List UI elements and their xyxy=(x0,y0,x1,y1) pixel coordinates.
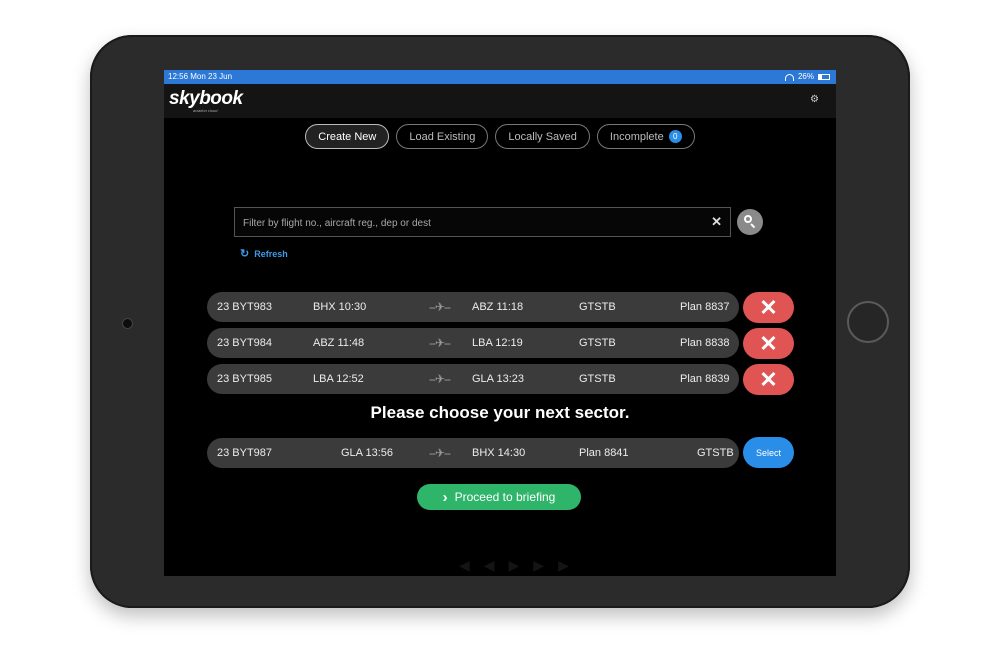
arrival: LBA 12:19 xyxy=(472,337,523,349)
settings-sliders-icon[interactable]: ⚙ xyxy=(810,95,820,105)
status-bar: 12:56 Mon 23 Jun 26% xyxy=(164,70,836,84)
aircraft-reg: GTSTB xyxy=(579,373,616,385)
arrival: ABZ 11:18 xyxy=(472,301,524,313)
arrival: BHX 14:30 xyxy=(472,447,526,459)
flight-number: 23 BYT984 xyxy=(217,337,273,349)
selected-flight-row: 23 BYT985 LBA 12:52 --✈-- GLA 13:23 GTST… xyxy=(207,364,739,394)
departure: LBA 12:52 xyxy=(313,373,364,385)
select-sector-button[interactable]: Select xyxy=(743,437,794,468)
refresh-link[interactable]: ↻ Refresh xyxy=(240,247,288,260)
status-time: 12:56 Mon 23 Jun xyxy=(168,72,233,81)
plan-number: Plan 8839 xyxy=(680,373,730,385)
departure: ABZ 11:48 xyxy=(313,337,365,349)
search-icon xyxy=(744,215,752,223)
chevron-right-icon: › xyxy=(442,488,448,506)
search-icon-handle xyxy=(750,223,756,229)
next-sector-row[interactable]: 23 BYT987 GLA 13:56 --✈-- BHX 14:30 Plan… xyxy=(207,438,739,468)
incomplete-count-badge: 0 xyxy=(668,130,682,143)
remove-sector-button[interactable]: ✕ xyxy=(743,364,794,395)
plan-number: Plan 8841 xyxy=(579,447,629,459)
refresh-label: Refresh xyxy=(254,248,288,259)
wifi-icon xyxy=(784,73,794,81)
tab-create-new[interactable]: Create New xyxy=(305,124,390,149)
arrival: GLA 13:23 xyxy=(472,373,524,385)
media-controls-overlay: ◀◀▶▶▶ xyxy=(459,557,583,573)
aircraft-reg: GTSTB xyxy=(579,301,616,313)
tab-incomplete[interactable]: Incomplete 0 xyxy=(596,124,695,149)
plane-icon: --✈-- xyxy=(429,300,451,314)
search-field: ✕ xyxy=(234,207,731,238)
aircraft-reg: GTSTB xyxy=(697,447,734,459)
tab-locally-saved[interactable]: Locally Saved xyxy=(495,124,590,149)
plan-number: Plan 8838 xyxy=(680,337,730,349)
plane-icon: --✈-- xyxy=(429,336,451,350)
refresh-icon: ↻ xyxy=(240,248,250,260)
departure: GLA 13:56 xyxy=(341,447,393,459)
mode-tabs: Create New Load Existing Locally Saved I… xyxy=(164,124,836,149)
app-header: skybook aviation cloud ⚙ xyxy=(164,84,836,118)
flight-number: 23 BYT987 xyxy=(217,447,273,459)
tab-label: Locally Saved xyxy=(508,130,577,143)
proceed-label: Proceed to briefing xyxy=(454,490,556,504)
battery-percent: 26% xyxy=(797,72,814,81)
selected-flight-row: 23 BYT983 BHX 10:30 --✈-- ABZ 11:18 GTST… xyxy=(207,292,739,322)
battery-icon xyxy=(818,74,830,80)
plane-icon: --✈-- xyxy=(429,446,451,460)
app-logo-tagline: aviation cloud xyxy=(193,108,218,113)
tab-label: Incomplete xyxy=(609,130,664,143)
status-indicators: 26% xyxy=(784,70,830,84)
close-icon[interactable]: ✕ xyxy=(711,215,722,228)
remove-sector-button[interactable]: ✕ xyxy=(743,328,794,359)
aircraft-reg: GTSTB xyxy=(579,337,616,349)
plan-number: Plan 8837 xyxy=(680,301,730,313)
tab-label: Load Existing xyxy=(409,130,476,143)
app-screen: 12:56 Mon 23 Jun 26% skybook aviation cl… xyxy=(164,70,836,576)
home-button[interactable] xyxy=(847,301,889,343)
flight-number: 23 BYT985 xyxy=(217,373,273,385)
tab-load-existing[interactable]: Load Existing xyxy=(396,124,489,149)
camera-icon xyxy=(122,318,133,329)
proceed-to-briefing-button[interactable]: › Proceed to briefing xyxy=(417,484,581,510)
search-input[interactable] xyxy=(235,208,715,238)
search-button[interactable] xyxy=(737,209,763,235)
close-icon: ✕ xyxy=(759,330,778,356)
app-logo: skybook xyxy=(169,88,243,109)
plane-icon: --✈-- xyxy=(429,372,451,386)
next-sector-prompt: Please choose your next sector. xyxy=(370,403,630,422)
tab-label: Create New xyxy=(318,130,377,143)
remove-sector-button[interactable]: ✕ xyxy=(743,292,794,323)
departure: BHX 10:30 xyxy=(313,301,367,313)
flight-number: 23 BYT983 xyxy=(217,301,273,313)
close-icon: ✕ xyxy=(759,294,778,320)
close-icon: ✕ xyxy=(759,366,778,392)
selected-flight-row: 23 BYT984 ABZ 11:48 --✈-- LBA 12:19 GTST… xyxy=(207,328,739,358)
